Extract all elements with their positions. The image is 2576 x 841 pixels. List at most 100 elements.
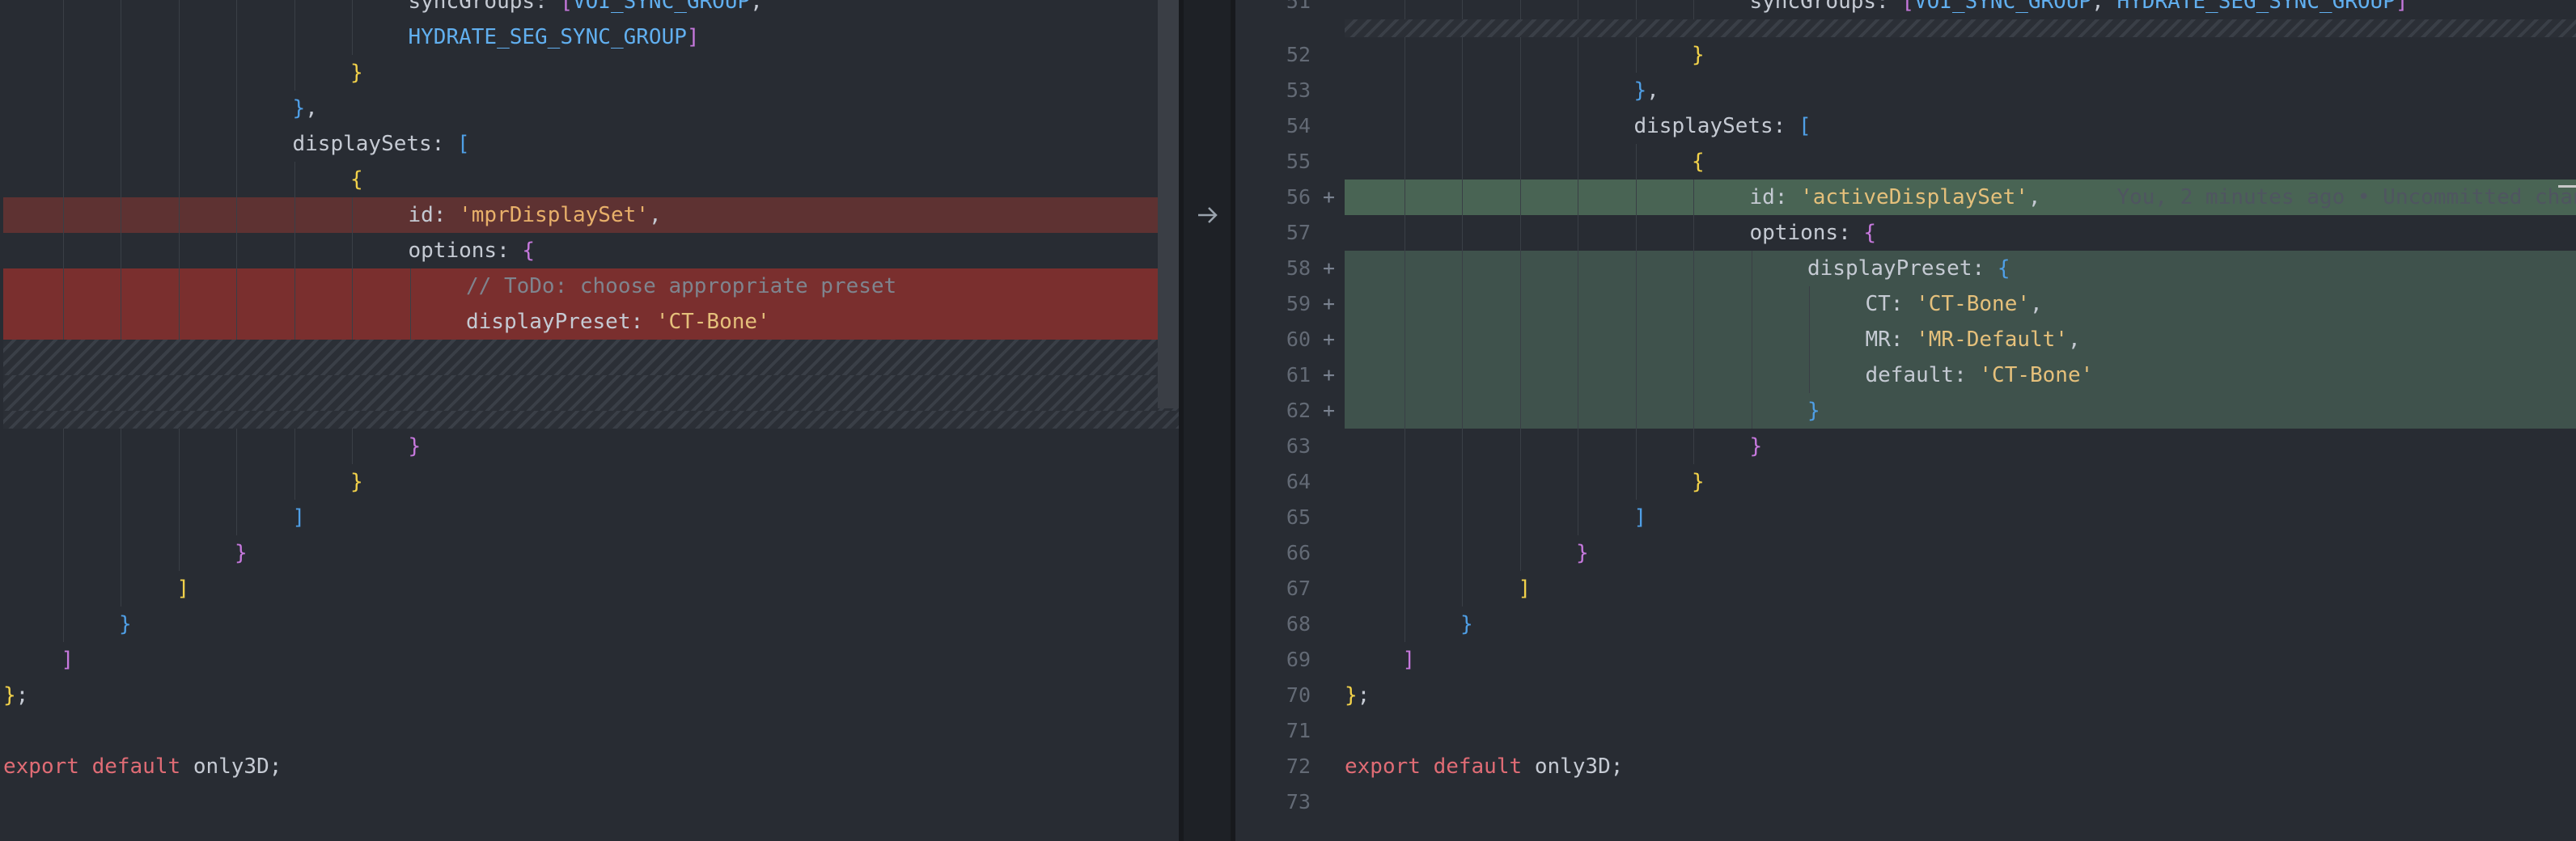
line-number[interactable]: 69 xyxy=(1235,642,1345,678)
code-line[interactable]: export default only3D; xyxy=(3,749,1179,784)
code-token: displaySets: xyxy=(1633,114,1799,138)
code-line[interactable]: CT: 'CT-Bone', xyxy=(1345,286,2576,322)
line-number[interactable]: 60 + xyxy=(1235,322,1345,357)
line-number[interactable]: 72 xyxy=(1235,749,1345,784)
code-line[interactable] xyxy=(3,784,1179,820)
code-line[interactable]: } xyxy=(1345,429,2576,464)
diff-gap-placeholder[interactable] xyxy=(1345,19,2576,37)
line-number[interactable]: 66 xyxy=(1235,535,1345,571)
code-line-text: options: { xyxy=(3,239,536,263)
code-line-text: id: 'activeDisplaySet', You, 2 minutes a… xyxy=(1345,185,2576,209)
code-token: { xyxy=(1997,256,2010,281)
line-number[interactable]: 57 xyxy=(1235,215,1345,251)
code-line[interactable]: } xyxy=(3,429,1179,464)
code-line[interactable]: { xyxy=(1345,144,2576,180)
code-line[interactable]: { xyxy=(3,162,1179,197)
code-line[interactable]: } xyxy=(1345,37,2576,73)
line-number[interactable] xyxy=(1235,19,1345,37)
code-line[interactable]: displayPreset: 'CT-Bone' xyxy=(3,304,1179,340)
left-scrollbar-thumb[interactable] xyxy=(1158,0,1179,408)
code-line[interactable]: } xyxy=(1345,606,2576,642)
code-line[interactable]: }; xyxy=(3,678,1179,713)
diff-gap-placeholder[interactable] xyxy=(3,375,1179,411)
diff-gap-placeholder[interactable] xyxy=(3,340,1179,375)
line-number[interactable]: 52 xyxy=(1235,37,1345,73)
code-line[interactable]: MR: 'MR-Default', xyxy=(1345,322,2576,357)
code-line[interactable] xyxy=(3,713,1179,749)
line-number[interactable]: 55 xyxy=(1235,144,1345,180)
left-code-area[interactable]: syncGroups: [VOI_SYNC_GROUP, HYDRATE_SEG_… xyxy=(3,0,1179,820)
code-line[interactable]: ] xyxy=(3,500,1179,535)
line-number[interactable]: 71 xyxy=(1235,713,1345,749)
code-line[interactable]: }, xyxy=(3,91,1179,126)
code-line[interactable] xyxy=(1345,713,2576,749)
code-line[interactable]: }, xyxy=(1345,73,2576,108)
code-line[interactable]: ] xyxy=(1345,642,2576,678)
line-number[interactable]: 73 xyxy=(1235,784,1345,820)
added-line-marker: + xyxy=(1322,363,1335,387)
line-number[interactable]: 67 xyxy=(1235,571,1345,606)
diff-right-pane[interactable]: 51 52 53 54 55 56 +57 58 +59 +60 +61 +62 +63 64 65 66 67… xyxy=(1235,0,2576,841)
line-number[interactable]: 54 xyxy=(1235,108,1345,144)
line-number-text: 65 xyxy=(1286,505,1311,529)
line-number[interactable]: 59 + xyxy=(1235,286,1345,322)
line-number[interactable]: 68 xyxy=(1235,606,1345,642)
line-number[interactable]: 62 + xyxy=(1235,393,1345,429)
code-token: } xyxy=(119,612,132,636)
code-line[interactable]: } xyxy=(3,606,1179,642)
code-line[interactable]: syncGroups: [VOI_SYNC_GROUP, HYDRATE_SEG… xyxy=(1345,0,2576,19)
code-token: MR: xyxy=(1865,328,1917,352)
code-line[interactable]: displaySets: [ xyxy=(3,126,1179,162)
code-line[interactable]: ] xyxy=(3,642,1179,678)
line-number[interactable]: 65 xyxy=(1235,500,1345,535)
code-token: syncGroups: xyxy=(1749,0,1902,14)
code-line[interactable]: displayPreset: { xyxy=(1345,251,2576,286)
code-line[interactable]: } xyxy=(1345,393,2576,429)
code-line[interactable]: ] xyxy=(1345,571,2576,606)
code-line[interactable]: } xyxy=(3,464,1179,500)
line-number[interactable]: 61 + xyxy=(1235,357,1345,393)
code-line[interactable]: syncGroups: [VOI_SYNC_GROUP, xyxy=(3,0,1179,19)
code-line[interactable]: ] xyxy=(1345,500,2576,535)
code-line[interactable]: } xyxy=(1345,464,2576,500)
code-token: } xyxy=(350,470,363,494)
added-line-marker: + xyxy=(1322,328,1335,351)
code-line[interactable]: HYDRATE_SEG_SYNC_GROUP] xyxy=(3,19,1179,55)
code-line[interactable]: } xyxy=(1345,535,2576,571)
left-pane-divider[interactable] xyxy=(1179,0,1184,841)
line-number-gutter[interactable]: 51 52 53 54 55 56 +57 58 +59 +60 +61 +62 +63 64 65 66 67… xyxy=(1235,0,1345,820)
code-line[interactable]: }; xyxy=(1345,678,2576,713)
line-number[interactable]: 63 xyxy=(1235,429,1345,464)
code-line-text: } xyxy=(3,470,363,494)
line-number[interactable]: 51 xyxy=(1235,0,1345,19)
code-line[interactable] xyxy=(1345,784,2576,820)
code-line[interactable]: // ToDo: choose appropriate preset xyxy=(3,268,1179,304)
diff-gap-placeholder[interactable] xyxy=(3,411,1179,429)
right-code-area[interactable]: syncGroups: [VOI_SYNC_GROUP, HYDRATE_SEG… xyxy=(1345,0,2576,820)
line-number[interactable]: 70 xyxy=(1235,678,1345,713)
code-line-text: } xyxy=(3,61,363,85)
code-line[interactable]: default: 'CT-Bone' xyxy=(1345,357,2576,393)
line-number[interactable]: 53 xyxy=(1235,73,1345,108)
line-number[interactable]: 56 + xyxy=(1235,180,1345,215)
code-line-text: ] xyxy=(1345,577,1532,601)
code-line[interactable]: export default only3D; xyxy=(1345,749,2576,784)
code-token: , xyxy=(2027,185,2041,209)
diff-left-pane[interactable]: syncGroups: [VOI_SYNC_GROUP, HYDRATE_SEG_… xyxy=(0,0,1179,841)
line-number[interactable]: 64 xyxy=(1235,464,1345,500)
diff-center-gutter xyxy=(1179,0,1235,841)
line-number-text: 59 xyxy=(1286,292,1311,315)
code-line[interactable]: id: 'mprDisplaySet', xyxy=(3,197,1179,233)
code-line[interactable]: ] xyxy=(3,571,1179,606)
code-line[interactable]: options: { xyxy=(1345,215,2576,251)
code-line[interactable]: options: { xyxy=(3,233,1179,268)
code-line-text: } xyxy=(3,434,422,459)
code-token: , xyxy=(2030,292,2043,316)
code-line-text: }, xyxy=(1345,78,1659,103)
code-line[interactable]: } xyxy=(3,55,1179,91)
line-number[interactable]: 58 + xyxy=(1235,251,1345,286)
code-line[interactable]: displaySets: [ xyxy=(1345,108,2576,144)
code-line[interactable]: id: 'activeDisplaySet', You, 2 minutes a… xyxy=(1345,180,2576,215)
code-line[interactable]: } xyxy=(3,535,1179,571)
arrow-right-icon[interactable] xyxy=(1193,201,1222,230)
